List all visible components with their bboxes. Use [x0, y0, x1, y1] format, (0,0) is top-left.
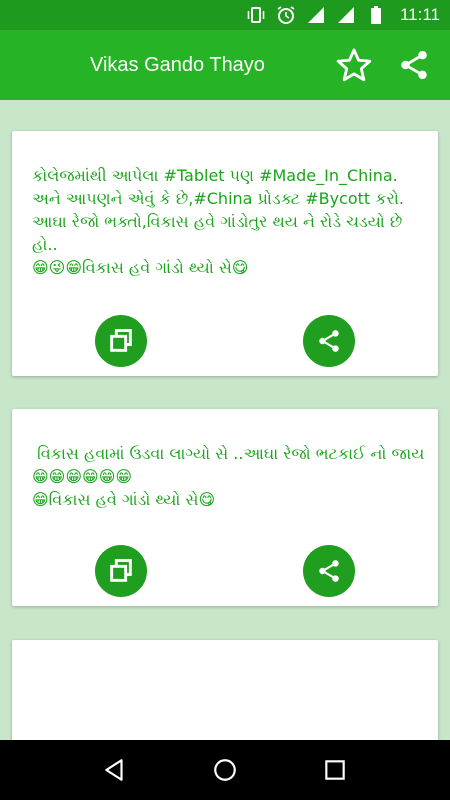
- signal-icon: [306, 5, 326, 25]
- post-text: કોલેજમાંથી આપેલા #Tablet પણ #Made_In_Chi…: [32, 166, 404, 277]
- home-button[interactable]: [205, 750, 245, 790]
- favorite-button[interactable]: [334, 45, 374, 85]
- share-app-button[interactable]: [394, 45, 434, 85]
- copy-button[interactable]: [95, 545, 147, 597]
- share-icon: [319, 330, 339, 352]
- back-icon: [105, 759, 123, 781]
- share-button[interactable]: [303, 545, 355, 597]
- posts-list[interactable]: કોલેજમાંથી આપેલા #Tablet પણ #Made_In_Chi…: [0, 100, 450, 740]
- post-card: કોલેજમાંથી આપેલા #Tablet પણ #Made_In_Chi…: [12, 131, 438, 376]
- battery-icon: [366, 5, 386, 25]
- share-button[interactable]: [303, 315, 355, 367]
- star-icon: [336, 48, 372, 82]
- copy-button[interactable]: [95, 315, 147, 367]
- recents-icon: [325, 760, 345, 780]
- status-bar: 11:11: [0, 0, 450, 30]
- share-icon: [319, 560, 339, 582]
- app-bar: Vikas Gando Thayo: [0, 30, 450, 100]
- vibrate-icon: [246, 5, 266, 25]
- copy-icon: [110, 329, 132, 352]
- signal-icon: [336, 5, 356, 25]
- post-card: વિકાસ હવામાં ઉડવા લાગ્યો સે ..આઘા રેજો ભ…: [12, 409, 438, 606]
- copy-icon: [110, 559, 132, 582]
- app-title: Vikas Gando Thayo: [90, 54, 265, 76]
- alarm-icon: [276, 5, 296, 25]
- post-card: [12, 640, 438, 740]
- clock: 11:11: [399, 5, 440, 24]
- share-icon: [401, 50, 427, 80]
- recents-button[interactable]: [315, 750, 355, 790]
- home-icon: [214, 759, 236, 781]
- back-button[interactable]: [95, 750, 135, 790]
- post-text: વિકાસ હવામાં ઉડવા લાગ્યો સે ..આઘા રેજો ભ…: [32, 444, 425, 509]
- navigation-bar: [0, 740, 450, 800]
